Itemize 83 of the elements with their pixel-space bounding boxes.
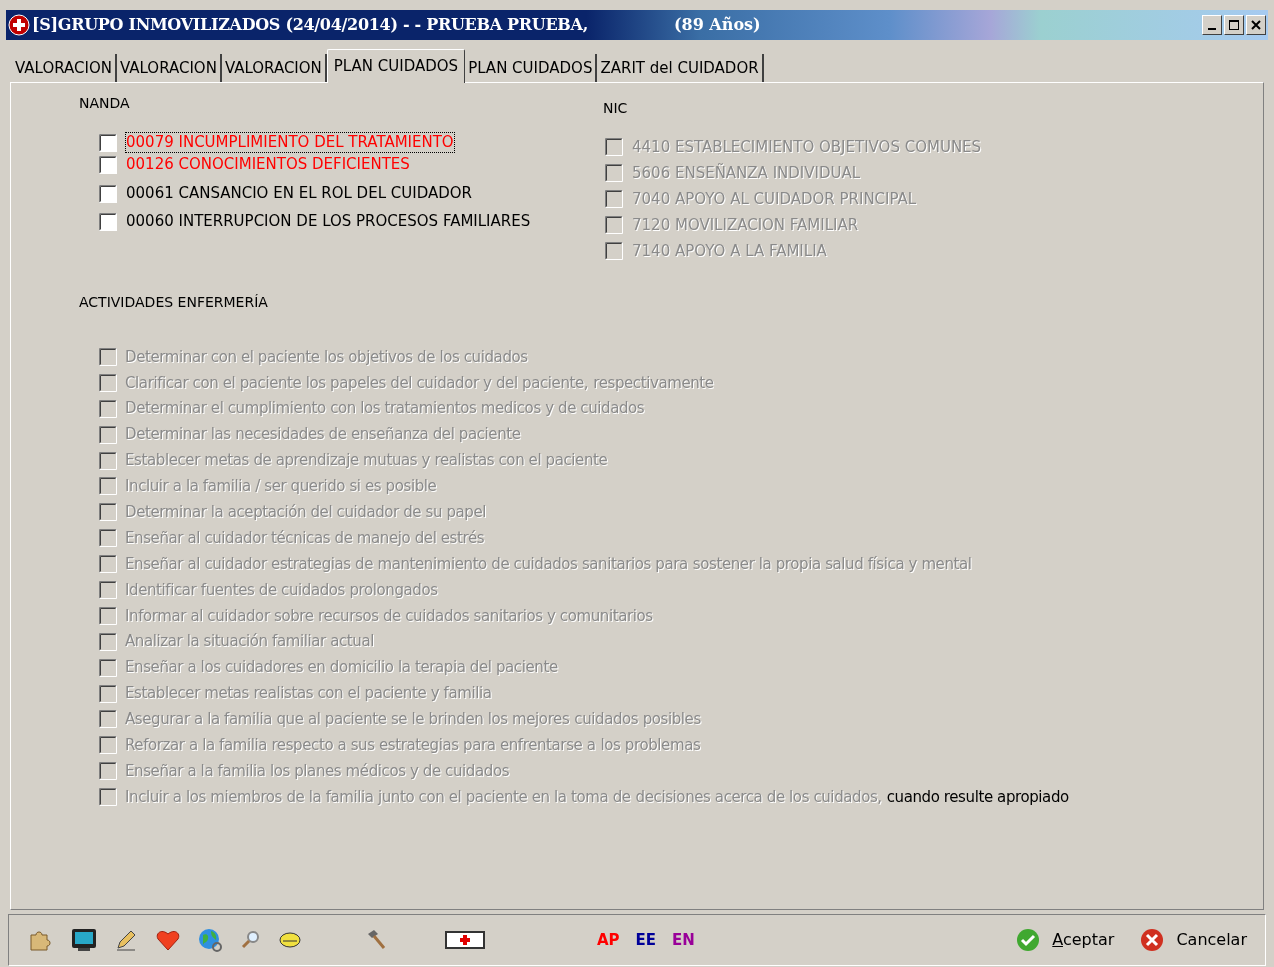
activity-label: Analizar la situación familiar actual (125, 631, 374, 653)
diagnosis-label: 00061 CANSANCIO EN EL ROL DEL CUIDADOR (126, 184, 472, 203)
diagnosis-label: 00079 INCUMPLIMIENTO DEL TRATAMIENTO (126, 133, 454, 152)
cancel-icon (1140, 928, 1165, 952)
checkbox[interactable] (99, 736, 117, 755)
intervention-label: 7120 MOVILIZACION FAMILIAR (632, 214, 859, 236)
first-aid-icon (445, 931, 485, 949)
minimize-button[interactable] (1202, 15, 1222, 35)
close-icon (1251, 20, 1261, 30)
activity-label: cuando resulte apropiado (886, 786, 1069, 808)
cancel-button[interactable]: Cancelar (1138, 923, 1249, 957)
activity-label: Incluir a los miembros de la familia junto con el paciente en la toma de (125, 786, 631, 808)
activity-label: Establecer metas realistas con el paciente y familia (125, 683, 492, 705)
tab[interactable]: VALORACION (12, 54, 117, 82)
heart-icon (156, 929, 180, 951)
checkbox[interactable] (99, 606, 117, 625)
activity-label: Incluir a la familia / ser querido si es posible (125, 476, 437, 498)
monitor-icon (71, 928, 97, 952)
checkbox[interactable] (99, 658, 117, 677)
intervention-label: 4410 ESTABLECIMIENTO OBJETIVOS COMUNES (632, 136, 982, 158)
checkbox[interactable] (99, 580, 117, 599)
checkbox[interactable] (99, 184, 117, 203)
activity-label: Determinar las necesidades de enseñanza del paciente (125, 424, 521, 446)
activity-label: los problemas (600, 735, 701, 757)
activity-label: Enseñar al cuidador estrategias de mantenimiento de cuidados sanitarios para (125, 553, 688, 575)
patient-age: (89 Años) (673, 14, 761, 36)
activity-label: Identificar fuentes de cuidados prolongados (125, 579, 438, 601)
checkbox[interactable] (99, 632, 117, 651)
close-button[interactable] (1246, 15, 1266, 35)
pill-icon (279, 932, 301, 948)
checkbox[interactable] (99, 399, 117, 418)
checkbox[interactable] (99, 529, 117, 548)
diagnosis-label: 00060 INTERRUPCION DE LOS PROCESOS FAMILIARES (126, 212, 531, 231)
checkbox[interactable] (99, 788, 117, 807)
intervention-label: 7140 APOYO A LA FAMILIA (632, 240, 827, 262)
activity-label: Determinar la aceptación del cuidador de su papel (125, 502, 487, 524)
activity-label: Clarificar con el paciente los papeles del cuidador y del paciente, (125, 372, 589, 394)
activity-label: Enseñar al cuidador técnicas de manejo del estrés (125, 527, 485, 549)
section-heading: ACTIVIDADES ENFERMERÍA (79, 293, 269, 312)
app-icon (8, 14, 30, 36)
activity-label: Establecer metas de aprendizaje mutuas y realistas con el paciente (125, 450, 608, 472)
checkbox[interactable] (99, 710, 117, 729)
checkbox[interactable] (99, 373, 117, 392)
tab[interactable]: PLAN CUIDADOS (326, 49, 466, 83)
activity-label: sostener la propia salud física y mental (692, 553, 972, 575)
intervention-label: 5606 ENSEÑANZA INDIVIDUAL (632, 162, 861, 184)
activity-label: Determinar con el paciente los objetivos de los cuidados (125, 346, 528, 368)
activity-label: respectivamente (593, 372, 714, 394)
checkbox[interactable] (99, 684, 117, 703)
accept-button[interactable]: Aceptar (1014, 923, 1117, 957)
activity-label: Asegurar a la familia que al paciente se le brinden los mejores (125, 709, 570, 731)
activity-label: Enseñar a los cuidadores en domicilio la terapia del paciente (125, 657, 558, 679)
section-heading: NIC (603, 99, 629, 118)
checkbox[interactable] (99, 477, 117, 496)
activity-label: Determinar el cumplimiento con los tratamientos medicos y de cuidados (125, 398, 645, 420)
activity-label: cuidados posibles (574, 709, 701, 731)
maximize-button[interactable] (1224, 15, 1244, 35)
window-title: [S]GRUPO INMOVILIZADOS (24/04/2014) - - PRUEBA PRUEBA, (32, 14, 588, 36)
checkbox[interactable] (99, 555, 117, 574)
activity-label: Informar al cuidador sobre recursos de cuidados sanitarios y comunitarios (125, 605, 653, 627)
search-icon (240, 930, 260, 950)
checkbox[interactable] (99, 451, 117, 470)
maximize-icon (1229, 20, 1239, 30)
section-heading: NANDA (79, 94, 131, 113)
code-link[interactable]: EE (635, 928, 657, 952)
activity-label: Reforzar a la familia respecto a sus estrategias para enfrentarse a (125, 735, 596, 757)
intervention-label: 7040 APOYO AL CUIDADOR PRINCIPAL (632, 188, 917, 210)
checkbox[interactable] (99, 425, 117, 444)
activity-label: Enseñar a la familia los planes médicos y de cuidados (125, 760, 510, 782)
code-link[interactable]: EN (672, 928, 695, 952)
puzzle-icon (28, 929, 52, 951)
activity-label: decisiones acerca de los cuidados, (635, 786, 882, 808)
checkbox[interactable] (99, 503, 117, 522)
checkbox[interactable] (99, 347, 117, 366)
diagnosis-label: 00126 CONOCIMIENTOS DEFICIENTES (126, 155, 410, 174)
check-icon (1016, 928, 1041, 952)
checkbox[interactable] (99, 133, 117, 152)
minimize-icon (1208, 28, 1216, 30)
checkbox[interactable] (99, 762, 117, 781)
checkbox[interactable] (99, 155, 117, 174)
checkbox[interactable] (99, 212, 117, 231)
globe-icon (197, 927, 223, 953)
pencil-icon (115, 929, 137, 951)
